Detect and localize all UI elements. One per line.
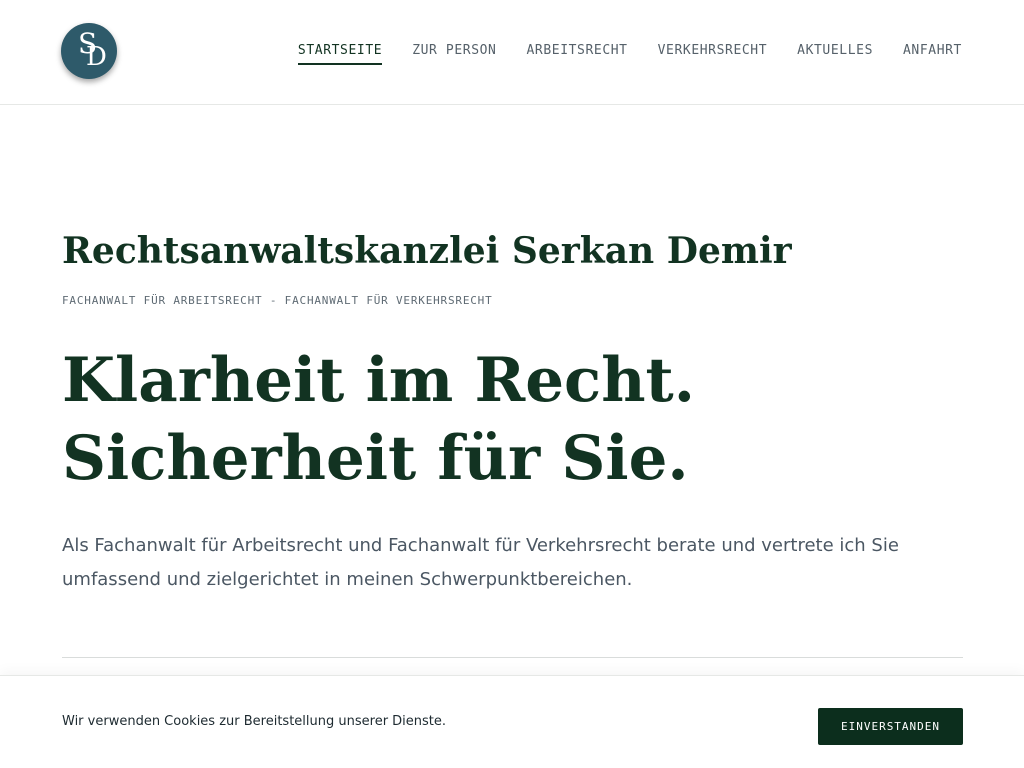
- nav-item-zur-person[interactable]: ZUR PERSON: [412, 43, 496, 65]
- cookie-banner: Wir verwenden Cookies zur Bereitstellung…: [0, 675, 1024, 768]
- nav-item-startseite[interactable]: STARTSEITE: [297, 43, 383, 65]
- intro-paragraph: Als Fachanwalt für Arbeitsrecht und Fach…: [62, 535, 899, 590]
- firm-name: Rechtsanwaltskanzlei Serkan Demir: [62, 230, 792, 272]
- cookie-text: Wir verwenden Cookies zur Bereitstellung…: [62, 714, 447, 729]
- logo[interactable]: S D: [61, 23, 117, 79]
- main-navigation: STARTSEITE ZUR PERSON ARBEITSRECHT VERKE…: [268, 43, 962, 65]
- hero-headline: Klarheit im Recht. Sicherheit für Sie.: [62, 342, 695, 498]
- nav-item-anfahrt[interactable]: ANFAHRT: [903, 43, 962, 65]
- headline-line-2: Sicherheit für Sie.: [62, 423, 689, 494]
- site-header: S D STARTSEITE ZUR PERSON ARBEITSRECHT V…: [0, 0, 1024, 105]
- firm-subtitle: FACHANWALT FÜR ARBEITSRECHT - FACHANWALT…: [62, 294, 493, 307]
- accept-cookies-button[interactable]: EINVERSTANDEN: [818, 708, 963, 745]
- logo-letter-d: D: [86, 42, 107, 72]
- nav-item-aktuelles[interactable]: AKTUELLES: [797, 43, 873, 65]
- headline-line-1: Klarheit im Recht.: [62, 345, 695, 416]
- nav-item-verkehrsrecht[interactable]: VERKEHRSRECHT: [658, 43, 768, 65]
- section-divider: [62, 657, 963, 658]
- nav-item-arbeitsrecht[interactable]: ARBEITSRECHT: [526, 43, 627, 65]
